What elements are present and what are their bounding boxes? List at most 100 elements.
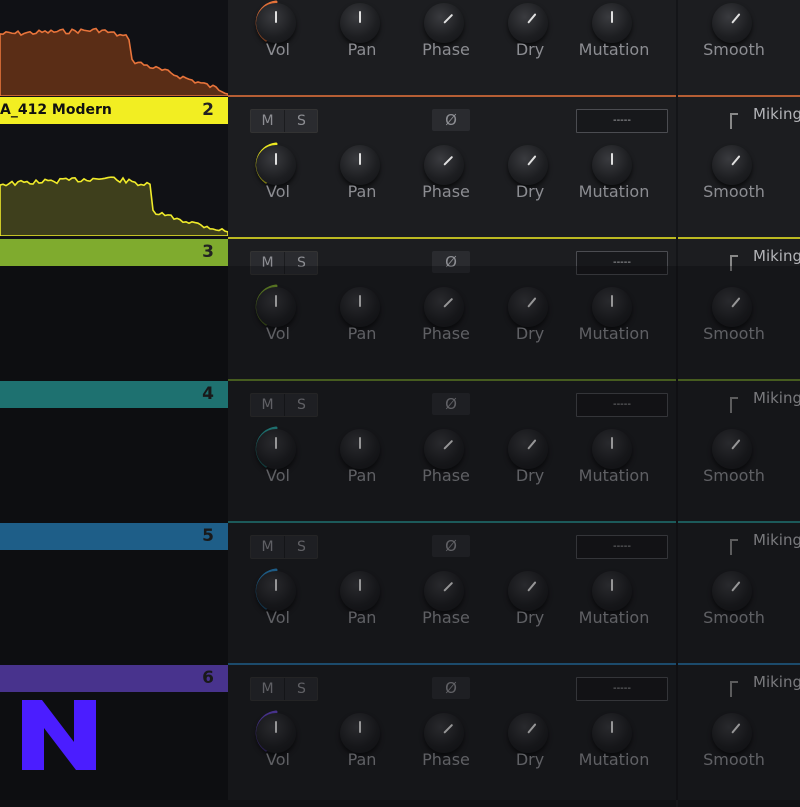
mic-select-dropdown[interactable]: ----- [576, 393, 668, 417]
smooth-label: Smooth [703, 40, 765, 59]
mute-button[interactable]: M [251, 536, 284, 558]
pan-knob[interactable] [340, 713, 380, 753]
pan-knob[interactable] [340, 145, 380, 185]
vol-knob[interactable] [256, 713, 296, 753]
knob-indicator [275, 153, 277, 165]
dry-knob[interactable] [508, 713, 548, 753]
mutation-knob[interactable] [592, 429, 632, 469]
mute-button[interactable]: M [251, 252, 284, 274]
phase-invert-button[interactable]: Ø [432, 251, 470, 273]
dry-knob[interactable] [508, 429, 548, 469]
dry-knob[interactable] [508, 145, 548, 185]
mutation-label: Mutation [578, 750, 650, 769]
smooth-knob[interactable] [712, 145, 752, 185]
knob-indicator [275, 579, 277, 591]
solo-button[interactable]: S [284, 678, 318, 700]
pan-knob[interactable] [340, 429, 380, 469]
knob-indicator [275, 721, 277, 733]
mute-solo-group: MS [250, 109, 318, 133]
track-bar-2[interactable]: A_412 Modern 2 [0, 97, 228, 124]
mute-button[interactable]: M [251, 110, 284, 132]
mic-select-dropdown[interactable]: ----- [576, 109, 668, 133]
waveform-track-1 [0, 27, 228, 96]
vol-knob[interactable] [256, 429, 296, 469]
vol-knob[interactable] [256, 287, 296, 327]
vol-knob[interactable] [256, 145, 296, 185]
miking-bracket-icon [730, 113, 738, 129]
phase-invert-button[interactable]: Ø [432, 109, 470, 131]
mute-button[interactable]: M [251, 678, 284, 700]
waveform-track-2 [0, 176, 228, 236]
track-bar-4[interactable]: 4 [0, 381, 228, 408]
phase-knob[interactable] [424, 713, 464, 753]
phase-knob[interactable] [424, 287, 464, 327]
mic-select-value: ----- [612, 115, 632, 126]
track-bar-6[interactable]: 6 [0, 665, 228, 692]
phase-knob[interactable] [424, 571, 464, 611]
solo-button[interactable]: S [284, 110, 318, 132]
vol-knob[interactable] [256, 3, 296, 43]
phase-invert-button[interactable]: Ø [432, 535, 470, 557]
pan-knob[interactable] [340, 3, 380, 43]
track-name [0, 665, 188, 692]
dry-knob[interactable] [508, 3, 548, 43]
phase-knob[interactable] [424, 3, 464, 43]
dry-knob[interactable] [508, 287, 548, 327]
track-number: 6 [202, 668, 214, 688]
phase-knob[interactable] [424, 429, 464, 469]
knob-indicator [611, 437, 613, 449]
section-divider [676, 97, 678, 239]
knob-indicator [611, 579, 613, 591]
mutation-knob[interactable] [592, 3, 632, 43]
knob-indicator [611, 295, 613, 307]
pan-knob[interactable] [340, 287, 380, 327]
knob-indicator [359, 579, 361, 591]
solo-button[interactable]: S [284, 536, 318, 558]
knob-indicator [611, 11, 613, 23]
mutation-knob[interactable] [592, 145, 632, 185]
mutation-knob[interactable] [592, 287, 632, 327]
knob-indicator [443, 439, 454, 450]
mute-solo-group: MS [250, 251, 318, 275]
mic-select-dropdown[interactable]: ----- [576, 535, 668, 559]
phase-invert-button[interactable]: Ø [432, 393, 470, 415]
smooth-knob[interactable] [712, 429, 752, 469]
track-number: 4 [202, 384, 214, 404]
smooth-knob[interactable] [712, 287, 752, 327]
mic-select-value: ----- [612, 683, 632, 694]
mic-select-dropdown[interactable]: ----- [576, 677, 668, 701]
solo-button[interactable]: S [284, 252, 318, 274]
solo-button[interactable]: S [284, 394, 318, 416]
pan-knob[interactable] [340, 571, 380, 611]
knob-indicator [443, 581, 454, 592]
track-controls-row-2: M S Ø ----- Miking Vol Pan Phase Dry Mutation Smoo… [228, 97, 800, 239]
track-bar-5[interactable]: 5 [0, 523, 228, 550]
knob-indicator [443, 155, 454, 166]
mute-button[interactable]: M [251, 394, 284, 416]
section-divider [676, 665, 678, 807]
dry-knob[interactable] [508, 571, 548, 611]
miking-bracket-icon [730, 255, 738, 271]
track-bar-3[interactable]: 3 [0, 239, 228, 266]
track-name [0, 381, 188, 408]
section-divider [676, 0, 678, 97]
track-controls-row-4: M S Ø ----- Miking Vol Pan Phase Dry Mutation Smoo… [228, 381, 800, 523]
smooth-knob[interactable] [712, 3, 752, 43]
n-logo-icon [22, 700, 96, 770]
miking-label: Miking [753, 531, 800, 549]
mutation-knob[interactable] [592, 571, 632, 611]
miking-bracket-icon [730, 539, 738, 555]
phase-knob[interactable] [424, 145, 464, 185]
vol-knob[interactable] [256, 571, 296, 611]
section-divider [676, 239, 678, 381]
track-number: 3 [202, 242, 214, 262]
mic-select-value: ----- [612, 399, 632, 410]
mic-select-dropdown[interactable]: ----- [576, 251, 668, 275]
smooth-knob[interactable] [712, 713, 752, 753]
mutation-knob[interactable] [592, 713, 632, 753]
knob-indicator [443, 297, 454, 308]
phase-invert-button[interactable]: Ø [432, 677, 470, 699]
smooth-knob[interactable] [712, 571, 752, 611]
knob-indicator [359, 11, 361, 23]
track-controls-row-3: M S Ø ----- Miking Vol Pan Phase Dry Mutation Smoo… [228, 239, 800, 381]
